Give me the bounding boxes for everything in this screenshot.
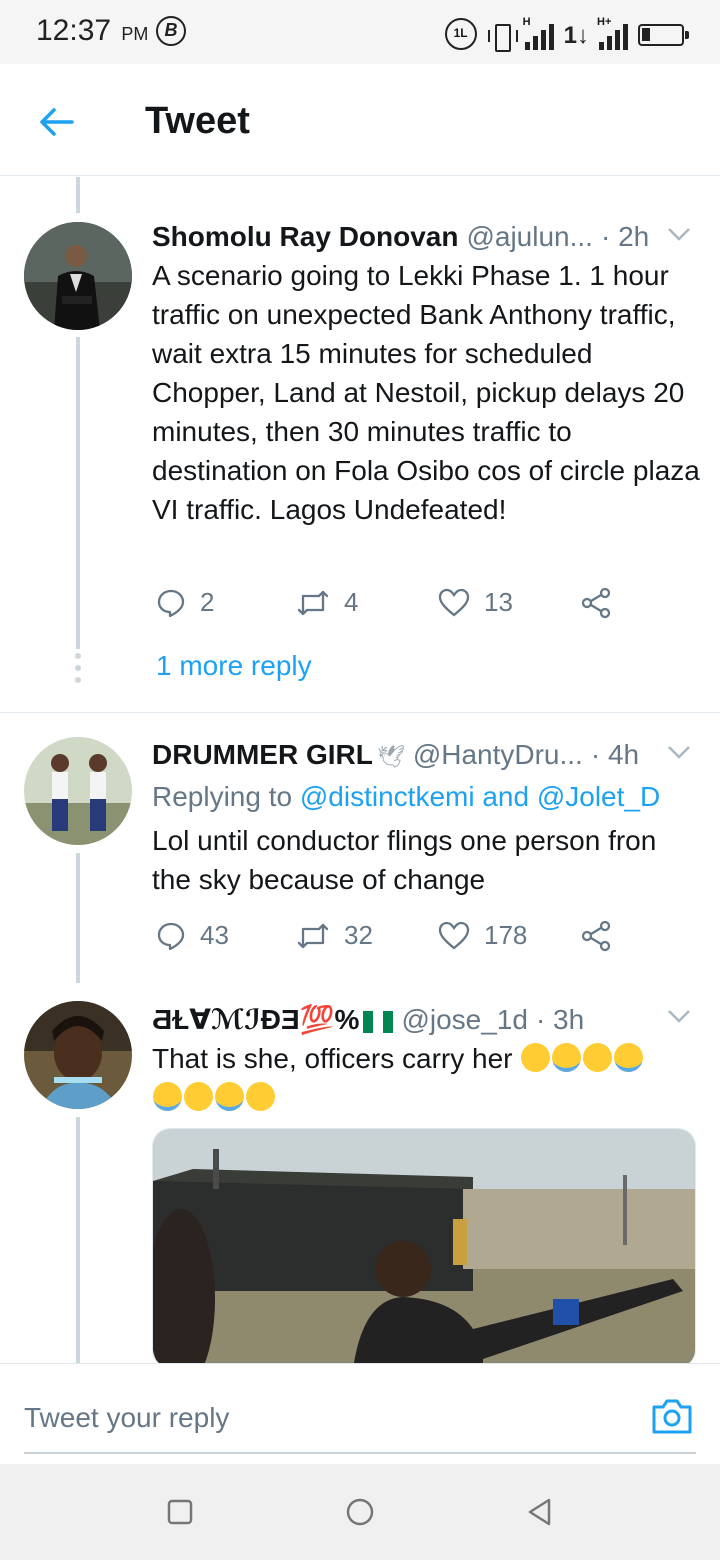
heart-icon — [438, 921, 470, 949]
status-bar: 12:37 PM B 1L H 1↓ H+ — [0, 0, 720, 64]
share-action[interactable] — [580, 920, 612, 952]
user-handle[interactable]: @HantyDru... — [413, 739, 583, 771]
replying-users-link[interactable]: @distinctkemi and @Jolet_D — [300, 781, 660, 812]
reply-count: 2 — [200, 587, 215, 617]
tweet-actions: 43 32 178 — [156, 920, 626, 956]
joy-emoji-icon: 😂 — [614, 1043, 644, 1073]
back-triangle-icon[interactable] — [520, 1492, 560, 1532]
user-handle[interactable]: @ajulun... — [466, 221, 593, 253]
replying-to: Replying to @distinctkemi and @Jolet_D — [152, 781, 660, 813]
system-nav-bar — [0, 1464, 720, 1560]
heart-icon — [438, 588, 470, 616]
recents-square-icon[interactable] — [160, 1492, 200, 1532]
battery-icon — [638, 24, 689, 46]
tweet-text: That is she, officers carry her 😁😂😀😂 😂😀😂… — [152, 1039, 702, 1117]
replying-prefix: Replying to — [152, 781, 293, 812]
avatar[interactable] — [24, 222, 132, 330]
app-header: Tweet — [0, 64, 720, 176]
tweet-text: Lol until conductor flings one person fr… — [152, 825, 657, 895]
reply-icon — [157, 922, 185, 950]
b-circle-icon: B — [156, 16, 186, 46]
network-type-label: H — [522, 16, 531, 28]
share-icon — [581, 587, 611, 619]
reply-count: 43 — [200, 920, 229, 950]
reply-input[interactable]: Tweet your reply — [24, 1402, 229, 1434]
chevron-down-icon[interactable] — [666, 739, 692, 765]
dove-emoji-icon: 🕊 — [376, 744, 405, 769]
tweet-text: A scenario going to Lekki Phase 1. 1 hou… — [152, 260, 700, 525]
home-circle-icon[interactable] — [340, 1492, 380, 1532]
thread-dots — [74, 653, 82, 689]
camera-icon[interactable] — [650, 1394, 694, 1438]
status-ampm: PM — [121, 24, 149, 44]
more-replies-link[interactable]: 1 more reply — [156, 650, 312, 682]
share-action[interactable] — [580, 587, 612, 619]
joy-emoji-icon: 😂 — [153, 1082, 182, 1112]
back-arrow-icon[interactable] — [32, 98, 80, 146]
thread-line — [76, 853, 80, 983]
data-arrows-icon: 1↓ — [563, 22, 589, 49]
tweet-header: Shomolu Ray Donovan @ajulun... · 2h — [152, 221, 692, 253]
status-time: 12:37 PM — [36, 14, 149, 47]
tweet-header: ƋⱢ∀ℳℐƉƎ💯% @jose_1d · 3h — [152, 1003, 692, 1036]
thread-line — [76, 1117, 80, 1363]
reply-bar: Tweet your reply — [0, 1363, 720, 1464]
tweet-time: · 2h — [600, 221, 650, 252]
reply-icon — [157, 589, 185, 617]
tweet-body: That is she, officers carry her — [152, 1043, 513, 1074]
signal-icon: H — [523, 16, 554, 50]
page-title: Tweet — [145, 100, 250, 142]
like-action[interactable]: 178 — [438, 920, 527, 951]
thread-line — [76, 177, 80, 213]
retweet-action[interactable]: 4 — [296, 587, 358, 618]
smile-emoji-icon: 😀 — [583, 1043, 613, 1073]
avatar[interactable] — [24, 737, 132, 845]
divider — [0, 712, 720, 713]
chevron-down-icon[interactable] — [666, 221, 692, 247]
vibrate-icon — [487, 22, 518, 52]
retweet-action[interactable]: 32 — [296, 920, 373, 951]
user-handle[interactable]: @jose_1d — [401, 1004, 528, 1036]
reply-action[interactable]: 2 — [156, 587, 214, 618]
nigeria-flag-icon — [363, 1010, 394, 1033]
status-icons: 1L H 1↓ H+ — [444, 14, 689, 52]
like-count: 178 — [484, 920, 528, 950]
reply-underline — [24, 1452, 696, 1454]
like-action[interactable]: 13 — [438, 587, 513, 618]
display-name[interactable]: Shomolu Ray Donovan — [152, 221, 458, 253]
like-count: 13 — [484, 587, 513, 617]
thread-line — [76, 337, 80, 649]
joy-emoji-icon: 😂 — [552, 1043, 582, 1073]
tweet-media-image[interactable] — [152, 1128, 696, 1368]
share-icon — [581, 920, 611, 952]
joy-emoji-icon: 😂 — [215, 1082, 244, 1112]
tweet-header: DRUMMER GIRL 🕊 @HantyDru... · 4h — [152, 739, 692, 771]
grin-emoji-icon: 😁 — [521, 1043, 551, 1073]
display-name[interactable]: DRUMMER GIRL — [152, 739, 373, 771]
reply-action[interactable]: 43 — [156, 920, 229, 951]
smile-emoji-icon: 😀 — [184, 1082, 213, 1112]
dual-sim-icon: 1L — [444, 18, 477, 50]
avatar[interactable] — [24, 1001, 132, 1109]
chevron-down-icon[interactable] — [666, 1003, 692, 1029]
retweet-icon — [297, 590, 329, 615]
retweet-count: 4 — [344, 587, 359, 617]
retweet-count: 32 — [344, 920, 373, 950]
retweet-icon — [297, 923, 329, 948]
display-name[interactable]: ƋⱢ∀ℳℐƉƎ💯% — [152, 1003, 394, 1036]
signal-icon-2: H+ — [597, 16, 628, 50]
network-type-label-2: H+ — [597, 16, 612, 28]
grin-emoji-icon: 😁 — [246, 1082, 275, 1112]
tweet-actions: 2 4 13 — [156, 587, 626, 623]
tweet-time: · 4h — [590, 739, 640, 770]
tweet-time: · 3h — [535, 1004, 585, 1035]
